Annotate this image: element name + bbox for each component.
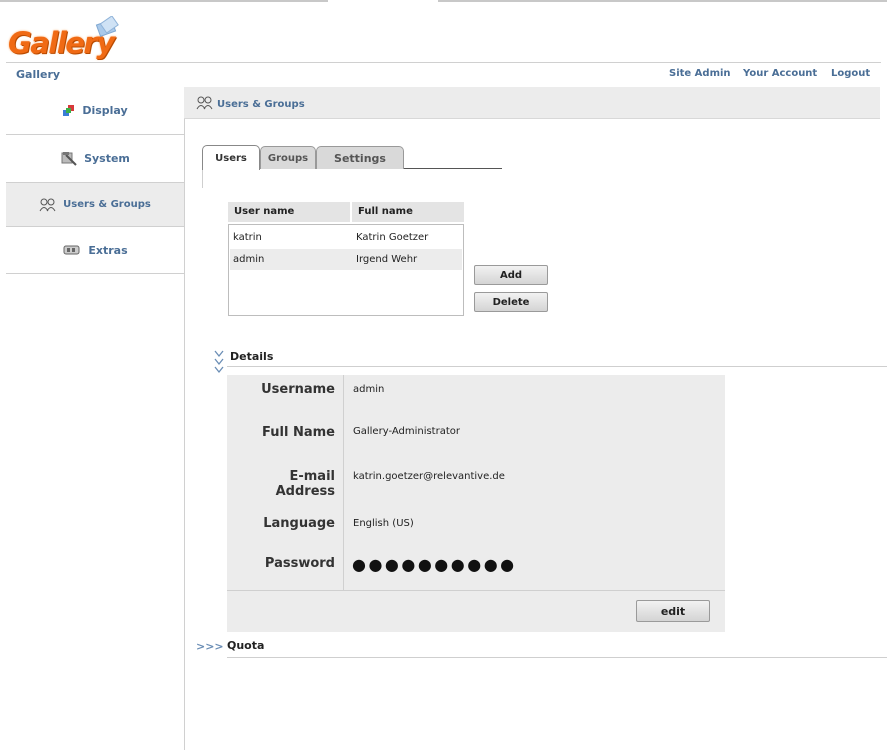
your-account-link[interactable]: Your Account [743,68,817,79]
email-value: katrin.goetzer@relevantive.de [353,471,505,482]
users-list[interactable]: katrin Katrin Goetzer admin Irgend Wehr [228,224,464,316]
list-item-fullname: Katrin Goetzer [356,232,429,243]
list-item[interactable]: admin Irgend Wehr [230,249,462,270]
tab-label: Groups [267,152,309,164]
sidebar-item-label: Users & Groups [63,199,151,210]
quota-section-title[interactable]: Quota [227,639,264,652]
tab-label: Users [215,152,247,164]
add-button[interactable]: Add [474,265,548,285]
column-header-username[interactable]: User name [228,202,350,222]
sidebar-item-users-groups[interactable]: Users & Groups [6,183,184,227]
system-tools-icon [61,151,77,166]
sidebar-item-system[interactable]: System [6,135,184,183]
sidebar-item-label: System [84,152,130,165]
window-top-strip [0,0,887,3]
tab-label: Settings [334,151,386,165]
extras-icon [63,245,80,255]
edit-button[interactable]: edit [636,600,710,622]
tab-users[interactable]: Users [202,145,260,170]
logo-photos-icon [95,16,119,38]
username-label: Username [261,382,335,397]
tab-settings[interactable]: Settings [316,146,404,169]
display-icon [63,104,75,116]
collapse-chevron-icon[interactable] [213,349,225,377]
sidebar-item-display[interactable]: Display [6,87,184,135]
username-value: admin [353,384,385,395]
sidebar-item-label: Display [82,104,128,117]
users-groups-icon [39,198,56,211]
password-value: ●●●●●●●●●● [352,555,517,574]
list-item-username: katrin [233,232,262,243]
site-admin-link[interactable]: Site Admin [669,68,731,79]
breadcrumb-gallery-link[interactable]: Gallery [16,68,60,81]
sidebar: Display System Users & Groups Extras [6,87,185,750]
list-item[interactable]: katrin Katrin Goetzer [230,227,462,248]
list-item-fullname: Irgend Wehr [356,254,418,265]
details-section-divider [227,366,887,367]
tab-bar-edge [202,168,203,188]
logout-link[interactable]: Logout [831,68,870,79]
tab-groups[interactable]: Groups [260,146,316,169]
page-title: Users & Groups [217,99,305,110]
fullname-label: Full Name [262,425,335,440]
language-label: Language [263,516,335,531]
details-panel [227,375,725,632]
language-value: English (US) [353,518,414,529]
top-strip-segment [0,0,328,2]
delete-button[interactable]: Delete [474,292,548,312]
details-footer-divider [227,590,725,591]
details-section-title[interactable]: Details [230,350,273,363]
gallery-logo[interactable]: Gallery [8,14,119,62]
password-label: Password [264,556,335,571]
sidebar-item-label: Extras [88,243,128,257]
list-item-username: admin [233,254,265,265]
expand-chevron-icon[interactable]: >>> [196,640,224,653]
column-header-fullname[interactable]: Full name [352,202,464,222]
fullname-value: Gallery-Administrator [353,426,460,437]
top-strip-segment [438,0,887,2]
details-column-divider [343,375,344,590]
sidebar-item-extras[interactable]: Extras [6,227,184,274]
quota-section-divider [227,657,887,658]
email-label: E-mail Address [275,469,335,499]
users-groups-icon [196,96,213,110]
